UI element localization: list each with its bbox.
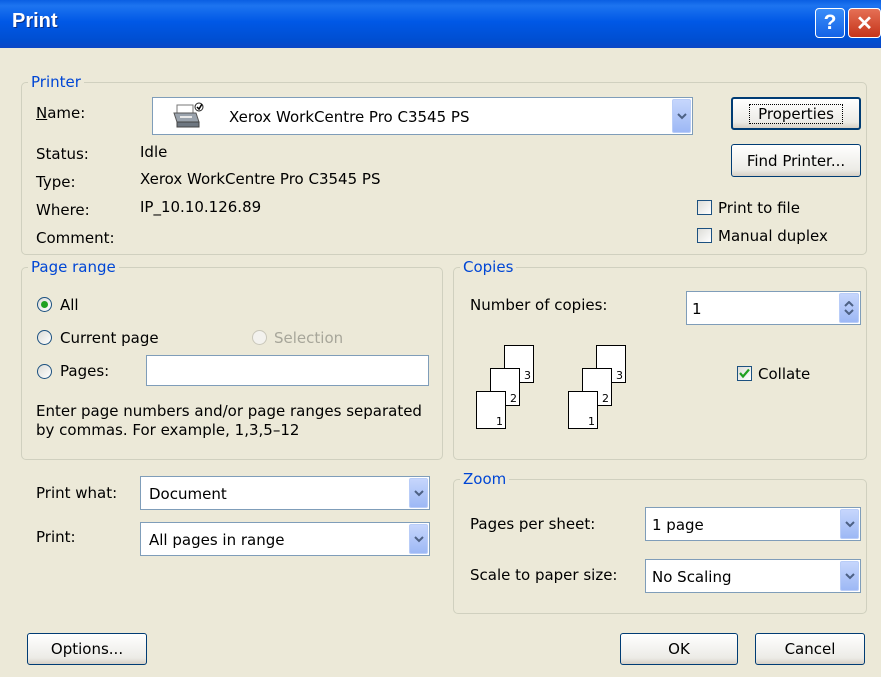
type-value: Xerox WorkCentre Pro C3545 PS — [140, 170, 381, 188]
options-label: Options... — [50, 640, 124, 658]
where-label: Where: — [36, 201, 90, 219]
chevron-down-icon[interactable] — [840, 561, 859, 591]
zoom-legend: Zoom — [463, 470, 507, 488]
copies-value: 1 — [692, 300, 702, 318]
pages-per-sheet-label: Pages per sheet: — [470, 515, 596, 533]
help-button[interactable]: ? — [815, 8, 845, 38]
type-label: Type: — [36, 173, 76, 191]
printer-name-select[interactable]: Xerox WorkCentre Pro C3545 PS — [152, 97, 693, 135]
close-button[interactable]: ✕ — [848, 8, 881, 38]
page-stack-1-sheet-1: 1 — [476, 391, 506, 429]
pages-per-sheet-value: 1 page — [652, 516, 704, 534]
all-label[interactable]: All — [60, 296, 79, 314]
collate-checkbox[interactable] — [737, 366, 752, 381]
printer-icon — [171, 102, 205, 134]
window-title: Print — [12, 10, 58, 32]
print-what-label: Print what: — [36, 484, 118, 502]
collate-label[interactable]: Collate — [758, 365, 810, 383]
properties-label: Properties — [749, 103, 843, 124]
title-bar[interactable] — [0, 0, 881, 48]
scale-to-paper-select[interactable]: No Scaling — [645, 559, 861, 593]
pages-per-sheet-select[interactable]: 1 page — [645, 507, 861, 541]
manual-duplex-checkbox[interactable] — [697, 228, 712, 243]
name-label: Name: — [36, 104, 86, 122]
chevron-down-icon[interactable] — [840, 509, 859, 539]
chevron-down-icon[interactable] — [409, 524, 428, 554]
page-stack-2-sheet-1: 1 — [568, 391, 598, 429]
manual-duplex-label[interactable]: Manual duplex — [718, 227, 828, 245]
ok-label: OK — [668, 640, 690, 658]
chevron-down-icon[interactable] — [409, 478, 428, 508]
pages-label[interactable]: Pages: — [60, 362, 109, 380]
print-what-select[interactable]: Document — [140, 476, 430, 510]
printer-name-value: Xerox WorkCentre Pro C3545 PS — [229, 108, 470, 126]
where-value: IP_10.10.126.89 — [140, 198, 262, 216]
comment-label: Comment: — [36, 229, 115, 247]
print-label: Print: — [36, 528, 76, 546]
find-printer-label: Find Printer... — [746, 151, 846, 170]
pages-input[interactable] — [146, 355, 429, 386]
selection-radio — [252, 330, 267, 345]
printer-group-legend: Printer — [31, 73, 81, 91]
cancel-label: Cancel — [784, 640, 836, 658]
ok-button[interactable]: OK — [620, 633, 738, 665]
print-select[interactable]: All pages in range — [140, 522, 430, 556]
find-printer-button[interactable]: Find Printer... — [731, 144, 861, 177]
check-icon — [739, 368, 750, 379]
chevron-down-icon[interactable] — [672, 99, 691, 133]
print-to-file-checkbox[interactable] — [697, 200, 712, 215]
page-range-hint: Enter page numbers and/or page ranges se… — [36, 402, 422, 439]
print-what-value: Document — [149, 485, 227, 503]
scale-to-paper-label: Scale to paper size: — [470, 566, 618, 584]
page-range-legend: Page range — [31, 258, 116, 276]
options-button[interactable]: Options... — [27, 633, 147, 665]
status-value: Idle — [140, 143, 168, 161]
current-page-label[interactable]: Current page — [60, 329, 159, 347]
close-icon: ✕ — [856, 12, 873, 35]
properties-button[interactable]: Properties — [731, 97, 861, 130]
cancel-button[interactable]: Cancel — [755, 633, 865, 665]
spin-arrows-icon[interactable] — [839, 293, 859, 323]
pages-radio[interactable] — [37, 364, 52, 379]
help-icon: ? — [823, 11, 837, 34]
current-page-radio[interactable] — [37, 330, 52, 345]
print-value: All pages in range — [149, 531, 285, 549]
all-radio[interactable] — [37, 297, 52, 312]
scale-to-paper-value: No Scaling — [652, 568, 732, 586]
selection-label: Selection — [274, 329, 344, 347]
number-of-copies-label: Number of copies: — [470, 296, 608, 314]
copies-spinner[interactable]: 1 — [686, 291, 861, 325]
print-to-file-label[interactable]: Print to file — [718, 199, 800, 217]
status-label: Status: — [36, 145, 89, 163]
copies-legend: Copies — [463, 258, 514, 276]
radio-selected-dot — [41, 301, 48, 308]
